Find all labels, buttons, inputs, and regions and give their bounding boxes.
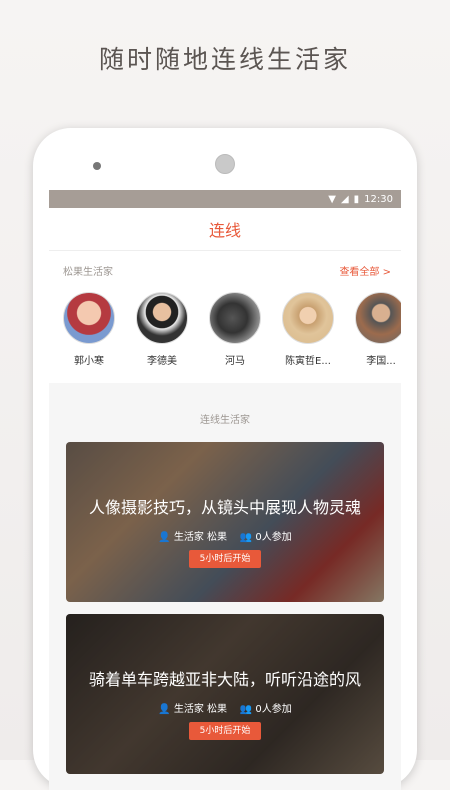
signal-icon: ◢: [340, 193, 349, 205]
status-time: 12:30: [364, 193, 393, 205]
wifi-icon: ▼: [328, 193, 336, 205]
expert-name: 郭小寒: [74, 356, 104, 367]
expert-item[interactable]: 李德美: [136, 292, 188, 367]
card-title: 人像摄影技巧，从镜头中展现人物灵魂: [88, 498, 361, 517]
people-icon: 👥: [239, 532, 253, 543]
app-screen: ▼ ◢ ▮ 12:30 连线 松果生活家 查看全部 > 郭小寒 李德美 河马 陈…: [49, 190, 401, 790]
expert-item[interactable]: 河马: [209, 292, 261, 367]
page-title: 连线: [208, 221, 241, 240]
user-icon: 👤: [158, 704, 171, 715]
expert-item[interactable]: 李国...: [355, 292, 401, 367]
avatar: [209, 292, 261, 344]
card-image-overlay: [66, 442, 384, 602]
avatar: [282, 292, 334, 344]
card-meta: 👤 生活家 松果 👥 0人参加: [66, 700, 384, 715]
event-card[interactable]: 骑着单车跨越亚非大陆，听听沿途的风 👤 生活家 松果 👥 0人参加 5小时后开始: [66, 614, 384, 774]
expert-name: 河马: [225, 356, 245, 367]
phone-frame: ▼ ◢ ▮ 12:30 连线 松果生活家 查看全部 > 郭小寒 李德美 河马 陈…: [33, 128, 417, 790]
people-icon: 👥: [239, 704, 253, 715]
experts-section: 松果生活家 查看全部 > 郭小寒 李德美 河马 陈寅哲E... 李国...: [49, 251, 401, 383]
section-title: 松果生活家: [63, 267, 113, 278]
promo-headline: 随时随地连线生活家: [98, 45, 351, 74]
expert-name: 李德美: [147, 356, 177, 367]
battery-icon: ▮: [353, 193, 360, 205]
status-bar: ▼ ◢ ▮ 12:30: [49, 190, 401, 208]
card-image-overlay: [66, 614, 384, 774]
expert-item[interactable]: 郭小寒: [63, 292, 115, 367]
subheading: 连线生活家: [200, 415, 250, 426]
avatar: [355, 292, 401, 344]
card-host: 生活家 松果: [173, 704, 228, 715]
card-meta: 👤 生活家 松果 👥 0人参加: [66, 528, 384, 543]
expert-avatar-list: 郭小寒 李德美 河马 陈寅哲E... 李国...: [63, 292, 401, 367]
card-title: 骑着单车跨越亚非大陆，听听沿途的风: [88, 670, 361, 689]
event-card[interactable]: 人像摄影技巧，从镜头中展现人物灵魂 👤 生活家 松果 👥 0人参加 5小时后开始: [66, 442, 384, 602]
view-all-link[interactable]: 查看全部 >: [339, 263, 391, 278]
phone-camera: [215, 154, 235, 174]
expert-name: 陈寅哲E...: [285, 356, 331, 367]
phone-speaker: [93, 162, 101, 170]
card-host: 生活家 松果: [173, 532, 228, 543]
start-time-button[interactable]: 5小时后开始: [189, 722, 261, 740]
card-participants: 0人参加: [255, 532, 292, 543]
start-time-button[interactable]: 5小时后开始: [189, 550, 261, 568]
user-icon: 👤: [158, 532, 171, 543]
card-participants: 0人参加: [255, 704, 292, 715]
app-bar: 连线: [49, 208, 401, 251]
avatar: [63, 292, 115, 344]
expert-item[interactable]: 陈寅哲E...: [282, 292, 334, 367]
avatar: [136, 292, 188, 344]
expert-name: 李国...: [366, 356, 396, 367]
